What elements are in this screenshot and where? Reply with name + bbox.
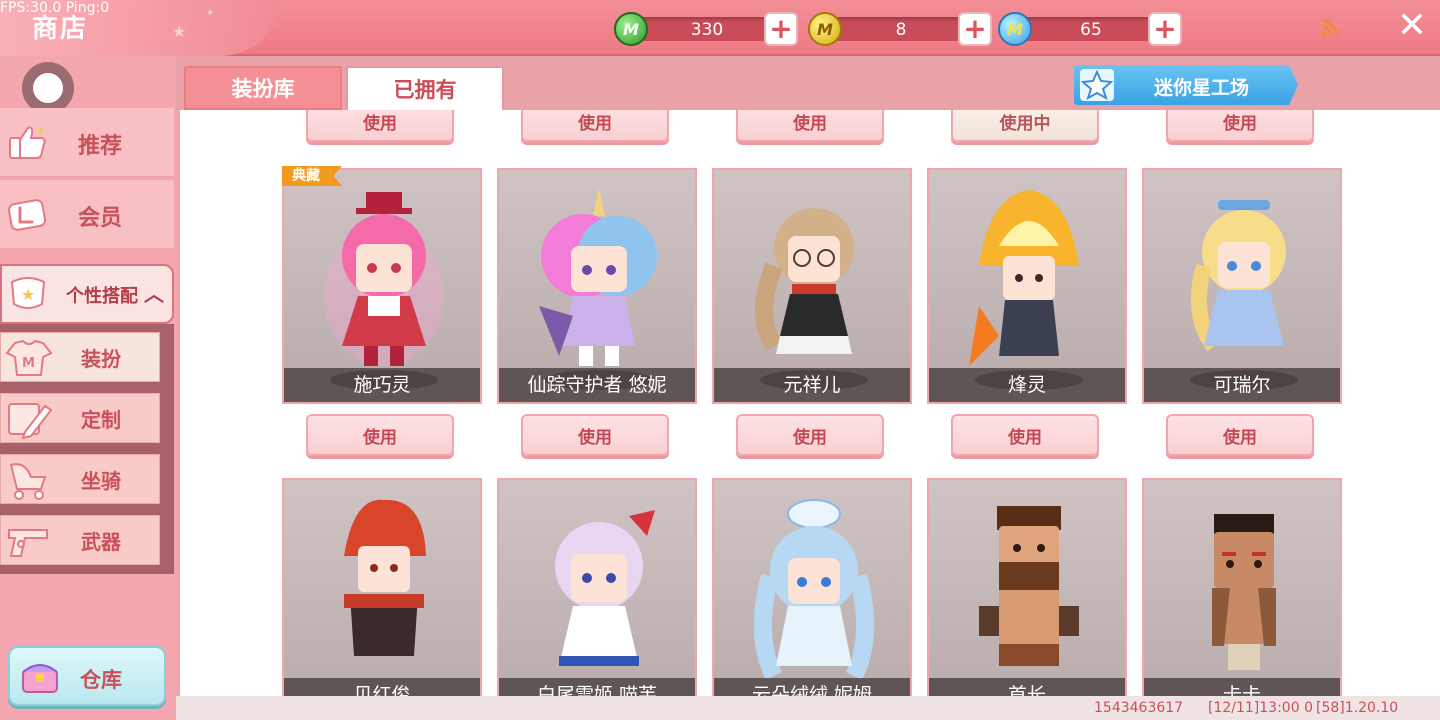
star-icon	[1080, 69, 1114, 101]
currency-value: 8	[895, 20, 907, 40]
main-panel: 装扮库 已拥有 迷你星工场 使用 使用 使用 使用中 使用 施巧灵 仙踪守护者 …	[176, 56, 1440, 720]
use-button[interactable]: 使用	[521, 414, 669, 456]
floating-menu-button[interactable]	[22, 62, 74, 114]
sidebar: ★ 推荐 会员 ★ 个性搭配 ︿ M 装扮 定制 坐骑 武器 仓库	[0, 56, 176, 720]
character-portrait	[344, 499, 426, 656]
currency-value: 330	[690, 20, 724, 40]
use-button[interactable]: 使用	[521, 110, 669, 142]
costume-card[interactable]: 贝红俊	[282, 478, 482, 696]
use-button[interactable]: 使用	[1166, 414, 1314, 456]
stroller-icon	[9, 463, 47, 500]
sidebar-item-weapon[interactable]: 武器	[0, 515, 160, 565]
costume-grid: 使用 使用 使用 使用中 使用 施巧灵 仙踪守护者 悠妮 元祥儿 烽灵 可瑞尔 …	[176, 110, 1440, 696]
vip-card-icon	[7, 199, 47, 231]
signal-icon	[1321, 19, 1339, 37]
shirt-icon: M	[5, 339, 53, 376]
version-text: [58]1.20.10	[1316, 700, 1399, 716]
costume-card[interactable]: 可瑞尔	[1142, 168, 1342, 404]
costume-name: 烽灵	[929, 368, 1125, 402]
user-id: 1543463617	[1094, 700, 1184, 716]
tabs-strip: 装扮库 已拥有 迷你星工场	[176, 56, 1440, 110]
character-portrait	[753, 499, 875, 681]
character-portrait	[755, 208, 854, 354]
warehouse-button[interactable]: 仓库	[8, 646, 166, 706]
costume-name: 白尾雪姬 喵芙	[499, 678, 695, 696]
mini-workshop-button[interactable]: 迷你星工场	[1074, 65, 1298, 105]
character-portrait	[969, 190, 1079, 366]
costume-name: 施巧灵	[284, 368, 480, 402]
costume-name: 可瑞尔	[1144, 368, 1340, 402]
svg-text:★: ★	[21, 285, 35, 304]
svg-text:★: ★	[36, 126, 45, 137]
mini-coin-icon: M	[808, 12, 842, 46]
sidebar-item-membership[interactable]: 会员	[0, 180, 174, 250]
costume-card[interactable]: 云朵绒绒 妮姆	[712, 478, 912, 696]
costume-name: 仙踪守护者 悠妮	[499, 368, 695, 402]
warehouse-label: 仓库	[80, 668, 122, 692]
chest-icon	[22, 664, 58, 693]
in-use-button[interactable]: 使用中	[951, 110, 1099, 142]
currency-value: 65	[1080, 20, 1102, 40]
sidebar-item-label: 武器	[81, 530, 121, 554]
footer-info: 1543463617 [12/11]13:00 0 [58]1.20.10	[176, 696, 1440, 720]
character-portrait	[979, 506, 1079, 666]
sidebar-item-label: 定制	[81, 408, 121, 432]
workshop-label: 迷你星工场	[1154, 77, 1250, 99]
collection-badge: 典藏	[282, 166, 342, 186]
costume-name: 贝红俊	[284, 678, 480, 696]
sidebar-item-recommend[interactable]: ★ 推荐	[0, 108, 174, 178]
pencil-icon	[8, 403, 53, 440]
sidebar-item-label: 坐骑	[81, 469, 121, 493]
costume-name: 元祥儿	[714, 368, 910, 402]
costume-card[interactable]: 元祥儿	[712, 168, 912, 404]
close-button[interactable]: ✕	[1394, 8, 1430, 44]
costume-card[interactable]: 仙踪守护者 悠妮	[497, 168, 697, 404]
use-button[interactable]: 使用	[306, 414, 454, 456]
sidebar-item-mount[interactable]: 坐骑	[0, 454, 160, 504]
sidebar-item-label: 装扮	[81, 347, 121, 371]
badge-star-icon: ★	[10, 277, 46, 309]
tab-costume-library[interactable]: 装扮库	[184, 66, 342, 110]
thumbs-up-icon: ★	[9, 126, 46, 159]
sidebar-submenu: M 装扮 定制 坐骑 武器	[0, 324, 174, 574]
use-button[interactable]: 使用	[736, 110, 884, 142]
character-portrait	[1190, 200, 1286, 351]
character-portrait	[1212, 514, 1276, 670]
mini-point-icon: M	[998, 12, 1032, 46]
costume-card[interactable]: 首长	[927, 478, 1127, 696]
mini-bean-icon: M	[614, 12, 648, 46]
sidebar-item-costume[interactable]: M 装扮	[0, 332, 160, 382]
costume-name: 首长	[929, 678, 1125, 696]
use-button[interactable]: 使用	[736, 414, 884, 456]
costume-card[interactable]: 卡卡	[1142, 478, 1342, 696]
sidebar-item-custom[interactable]: 定制	[0, 393, 160, 443]
sidebar-item-label: 个性搭配	[66, 286, 138, 307]
add-currency-button[interactable]: +	[764, 12, 798, 46]
use-button[interactable]: 使用	[951, 414, 1099, 456]
add-currency-button[interactable]: +	[1148, 12, 1182, 46]
costume-card[interactable]: 烽灵	[927, 168, 1127, 404]
costume-card[interactable]: 白尾雪姬 喵芙	[497, 478, 697, 696]
sidebar-item-personal-style[interactable]: ★ 个性搭配 ︿	[0, 264, 174, 324]
tab-owned[interactable]: 已拥有	[346, 66, 504, 110]
use-button[interactable]: 使用	[306, 110, 454, 142]
costume-name: 卡卡	[1144, 678, 1340, 696]
svg-text:M: M	[22, 356, 35, 371]
server-time: [12/11]13:00 0	[1208, 700, 1313, 716]
top-bar: ★ ✦ 商店 330 M + 8 M + 65 M + ✕	[0, 0, 1440, 56]
costume-card[interactable]: 施巧灵	[282, 168, 482, 404]
add-currency-button[interactable]: +	[958, 12, 992, 46]
chevron-up-icon: ︿	[144, 282, 164, 306]
sparkle-decoration-icon: ✦	[206, 8, 215, 19]
costume-name: 云朵绒绒 妮姆	[714, 678, 910, 696]
sidebar-item-label: 推荐	[78, 134, 123, 159]
character-portrait	[539, 188, 657, 366]
gun-icon	[8, 529, 48, 557]
use-button[interactable]: 使用	[1166, 110, 1314, 142]
star-decoration-icon: ★	[172, 22, 187, 41]
character-portrait	[324, 192, 444, 366]
sidebar-item-label: 会员	[78, 206, 123, 231]
character-portrait	[555, 510, 655, 666]
fps-readout: FPS:30.0 Ping:0	[0, 0, 110, 16]
